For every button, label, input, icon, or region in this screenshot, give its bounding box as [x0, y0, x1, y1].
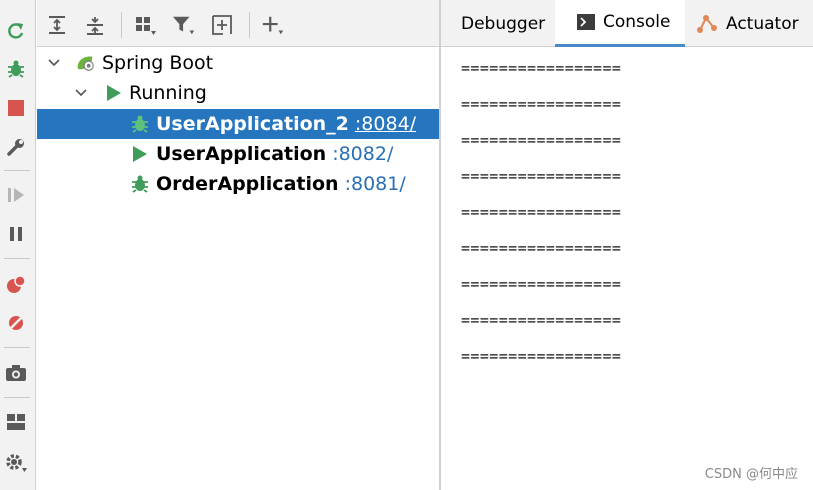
- tab-label: Debugger: [461, 13, 546, 34]
- tree-node-app-user[interactable]: UserApplication :8082/: [37, 139, 439, 169]
- port-link[interactable]: :8081/: [345, 173, 406, 195]
- collapse-all-icon[interactable]: [83, 13, 107, 37]
- debug-icon[interactable]: [4, 57, 28, 81]
- console-line: =================: [461, 275, 622, 293]
- debug-bug-icon: [130, 114, 150, 134]
- console-line: =================: [461, 131, 622, 149]
- resume-icon[interactable]: [4, 183, 28, 207]
- tab-console[interactable]: Console: [555, 0, 685, 47]
- mute-breakpoints-icon[interactable]: [4, 311, 28, 335]
- rerun-icon[interactable]: [4, 19, 28, 43]
- spring-boot-icon: [75, 53, 95, 73]
- services-tree: Spring Boot Running UserApplication_2 :8…: [37, 48, 439, 490]
- pause-icon[interactable]: [4, 222, 28, 246]
- app-name: OrderApplication: [156, 173, 339, 195]
- tab-label: Console: [603, 12, 671, 32]
- wrench-icon[interactable]: [4, 135, 28, 159]
- watermark: CSDN @何中应: [704, 467, 798, 482]
- left-toolbar: [0, 0, 36, 490]
- console-output[interactable]: ================= ================= ====…: [441, 48, 813, 490]
- run-triangle-icon: [130, 144, 150, 164]
- port-link[interactable]: :8084/: [355, 113, 416, 135]
- expand-all-icon[interactable]: [45, 13, 69, 37]
- run-triangle-icon: [104, 83, 124, 103]
- camera-icon[interactable]: [4, 361, 28, 385]
- stop-icon[interactable]: [4, 96, 28, 120]
- chevron-down-icon[interactable]: [74, 86, 88, 100]
- app-name: UserApplication_2: [156, 113, 349, 135]
- tree-node-app-user-2[interactable]: UserApplication_2 :8084/: [37, 109, 439, 139]
- chevron-down-icon[interactable]: [47, 56, 61, 70]
- plus-icon[interactable]: [261, 13, 285, 37]
- settings-icon[interactable]: [4, 451, 28, 475]
- actuator-icon: [696, 14, 718, 34]
- console-line: =================: [461, 239, 622, 257]
- port-link[interactable]: :8082/: [332, 143, 393, 165]
- group-icon[interactable]: [134, 13, 158, 37]
- tab-actuator[interactable]: Actuator: [696, 0, 799, 47]
- console-line: =================: [461, 311, 622, 329]
- tree-node-label: Spring Boot: [102, 52, 214, 74]
- layout-icon[interactable]: [4, 410, 28, 434]
- debug-bug-icon: [130, 174, 150, 194]
- breakpoints-icon[interactable]: [4, 272, 28, 296]
- tab-bar: Debugger Console Actuator: [441, 0, 813, 47]
- console-line: =================: [461, 167, 622, 185]
- add-service-icon[interactable]: [211, 13, 235, 37]
- tree-node-app-order[interactable]: OrderApplication :8081/: [37, 169, 439, 199]
- app-name: UserApplication: [156, 143, 327, 165]
- tab-label: Actuator: [726, 13, 799, 34]
- console-line: =================: [461, 203, 622, 221]
- console-line: =================: [461, 347, 622, 365]
- console-icon: [577, 14, 595, 30]
- tree-node-running[interactable]: Running: [37, 78, 439, 108]
- filter-icon[interactable]: [172, 13, 196, 37]
- tree-node-spring-boot[interactable]: Spring Boot: [37, 48, 439, 78]
- tab-debugger[interactable]: Debugger: [461, 0, 545, 47]
- tree-node-label: Running: [129, 82, 207, 104]
- console-line: =================: [461, 59, 622, 77]
- tree-toolbar: [37, 0, 440, 47]
- console-line: =================: [461, 95, 622, 113]
